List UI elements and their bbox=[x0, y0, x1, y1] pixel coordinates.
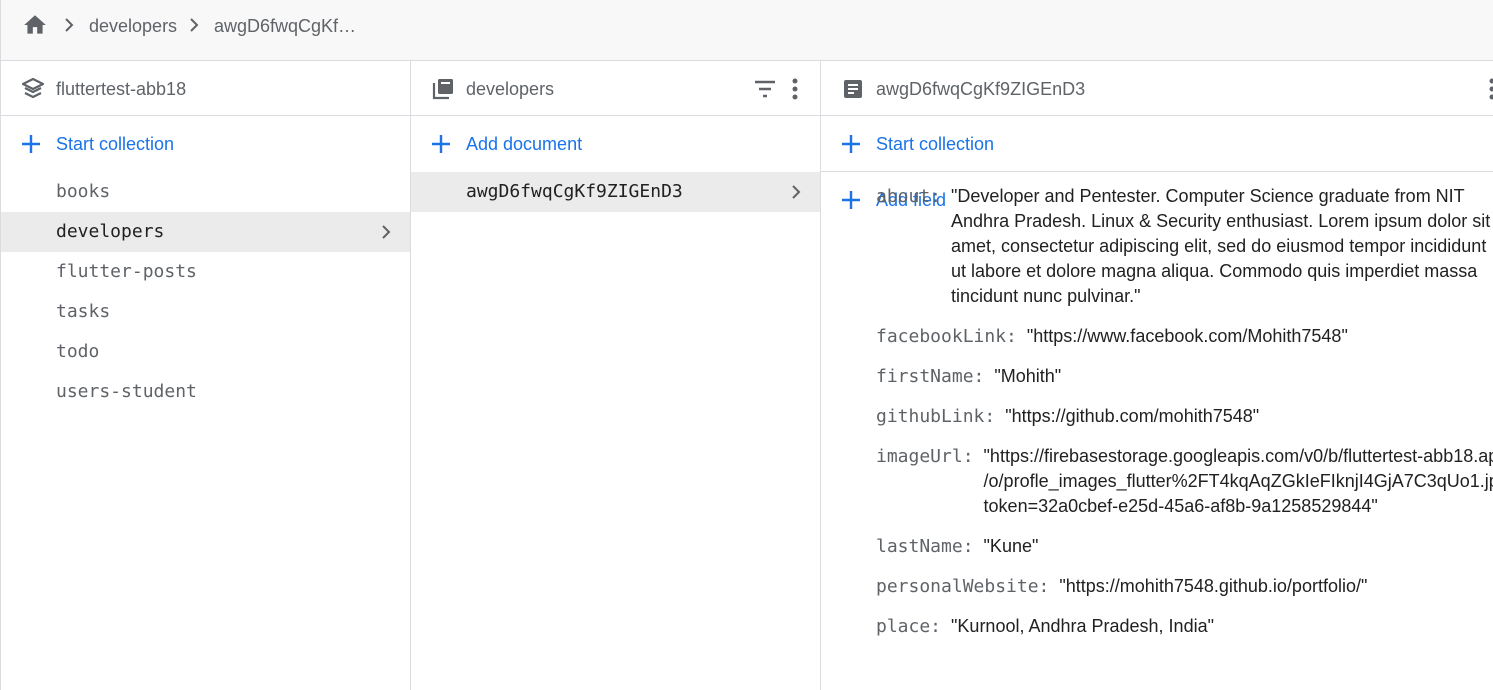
field-row-facebooklink[interactable]: facebookLink: "https://www.facebook.com/… bbox=[821, 324, 1493, 349]
project-title: fluttertest-abb18 bbox=[56, 79, 187, 99]
field-row-personalwebsite[interactable]: personalWebsite: "https://mohith7548.git… bbox=[821, 574, 1493, 599]
more-vert-icon[interactable] bbox=[789, 77, 801, 101]
chevron-right-icon bbox=[65, 18, 74, 32]
collection-panel-header: developers bbox=[411, 61, 820, 116]
collection-label: developers bbox=[56, 221, 165, 242]
field-value: "Developer and Pentester. Computer Scien… bbox=[951, 186, 1491, 306]
chevron-right-icon bbox=[190, 18, 199, 32]
field-row-place[interactable]: place: "Kurnool, Andhra Pradesh, India" bbox=[821, 614, 1493, 639]
field-value: "https://mohith7548.github.io/portfolio/… bbox=[1059, 576, 1368, 596]
field-key: facebookLink: bbox=[876, 326, 1017, 347]
root-panel-header: fluttertest-abb18 bbox=[1, 61, 410, 116]
field-key: personalWebsite: bbox=[876, 576, 1050, 597]
chevron-right-icon bbox=[792, 185, 801, 199]
collection-label: flutter-posts bbox=[56, 261, 197, 282]
field-row-imageurl[interactable]: imageUrl: "https://firebasestorage.googl… bbox=[821, 444, 1493, 519]
more-vert-icon[interactable] bbox=[1487, 77, 1493, 101]
plus-icon bbox=[432, 135, 450, 153]
document-item[interactable]: awgD6fwqCgKf9ZIGEnD3 bbox=[411, 172, 820, 212]
add-document-label: Add document bbox=[466, 134, 583, 154]
collection-label: users-student bbox=[56, 381, 197, 402]
collection-item-books[interactable]: books bbox=[1, 172, 410, 212]
plus-icon bbox=[22, 135, 40, 153]
document-panel-header: awgD6fwqCgKf9ZIGEnD3 bbox=[821, 61, 1493, 116]
plus-icon bbox=[842, 135, 860, 153]
collection-item-flutter-posts[interactable]: flutter-posts bbox=[1, 252, 410, 292]
home-icon[interactable] bbox=[22, 12, 48, 38]
document-panel: awgD6fwqCgKf9ZIGEnD3 Start collection Ad… bbox=[821, 61, 1493, 690]
field-key: imageUrl: bbox=[876, 446, 974, 467]
breadcrumb-item-document[interactable]: awgD6fwqCgKf… bbox=[214, 15, 356, 37]
collection-item-developers[interactable]: developers bbox=[1, 212, 410, 252]
collection-item-tasks[interactable]: tasks bbox=[1, 292, 410, 332]
collection-title: developers bbox=[466, 79, 555, 99]
root-panel: fluttertest-abb18 Start collection books… bbox=[0, 61, 411, 690]
document-icon bbox=[844, 80, 862, 98]
collection-item-todo[interactable]: todo bbox=[1, 332, 410, 372]
firestore-layers-icon bbox=[21, 77, 45, 99]
field-key: firstName: bbox=[876, 366, 985, 387]
start-subcollection-button[interactable]: Start collection bbox=[821, 116, 1493, 172]
field-value: "Mohith" bbox=[994, 366, 1062, 386]
collection-item-users-student[interactable]: users-student bbox=[1, 372, 410, 412]
field-value: "https://firebasestorage.googleapis.com/… bbox=[983, 446, 1493, 516]
document-title: awgD6fwqCgKf9ZIGEnD3 bbox=[876, 79, 1086, 99]
field-row-about[interactable]: about: "Developer and Pentester. Compute… bbox=[821, 184, 1493, 309]
start-collection-button[interactable]: Start collection bbox=[1, 116, 410, 172]
collection-list: books developers flutter-posts tasks tod… bbox=[1, 172, 410, 412]
field-row-firstname[interactable]: firstName: "Mohith" bbox=[821, 364, 1493, 389]
field-value: "https://github.com/mohith7548" bbox=[1005, 406, 1260, 426]
field-value: "Kurnool, Andhra Pradesh, India" bbox=[951, 616, 1214, 636]
field-row-githublink[interactable]: githubLink: "https://github.com/mohith75… bbox=[821, 404, 1493, 429]
chevron-right-icon bbox=[382, 225, 391, 239]
breadcrumb: developers awgD6fwqCgKf… bbox=[0, 0, 1493, 61]
collection-label: books bbox=[56, 181, 111, 202]
collection-panel: developers Add document awgD6fwqCgKf9ZIG… bbox=[411, 61, 821, 690]
field-key: place: bbox=[876, 616, 942, 637]
field-key: githubLink: bbox=[876, 406, 996, 427]
filter-icon[interactable] bbox=[753, 78, 777, 100]
add-document-button[interactable]: Add document bbox=[411, 116, 820, 172]
document-id-label: awgD6fwqCgKf9ZIGEnD3 bbox=[466, 181, 683, 202]
field-key: about: bbox=[876, 186, 942, 207]
start-collection-label: Start collection bbox=[876, 134, 995, 154]
collection-label: todo bbox=[56, 341, 100, 362]
field-key: lastName: bbox=[876, 536, 974, 557]
breadcrumb-item-developers[interactable]: developers bbox=[89, 15, 177, 37]
collection-stack-icon bbox=[432, 79, 453, 100]
field-list: about: "Developer and Pentester. Compute… bbox=[821, 184, 1493, 654]
field-row-lastname[interactable]: lastName: "Kune" bbox=[821, 534, 1493, 559]
field-value: "Kune" bbox=[983, 536, 1039, 556]
collection-label: tasks bbox=[56, 301, 111, 322]
start-collection-label: Start collection bbox=[56, 134, 175, 154]
field-value: "https://www.facebook.com/Mohith7548" bbox=[1026, 326, 1348, 346]
